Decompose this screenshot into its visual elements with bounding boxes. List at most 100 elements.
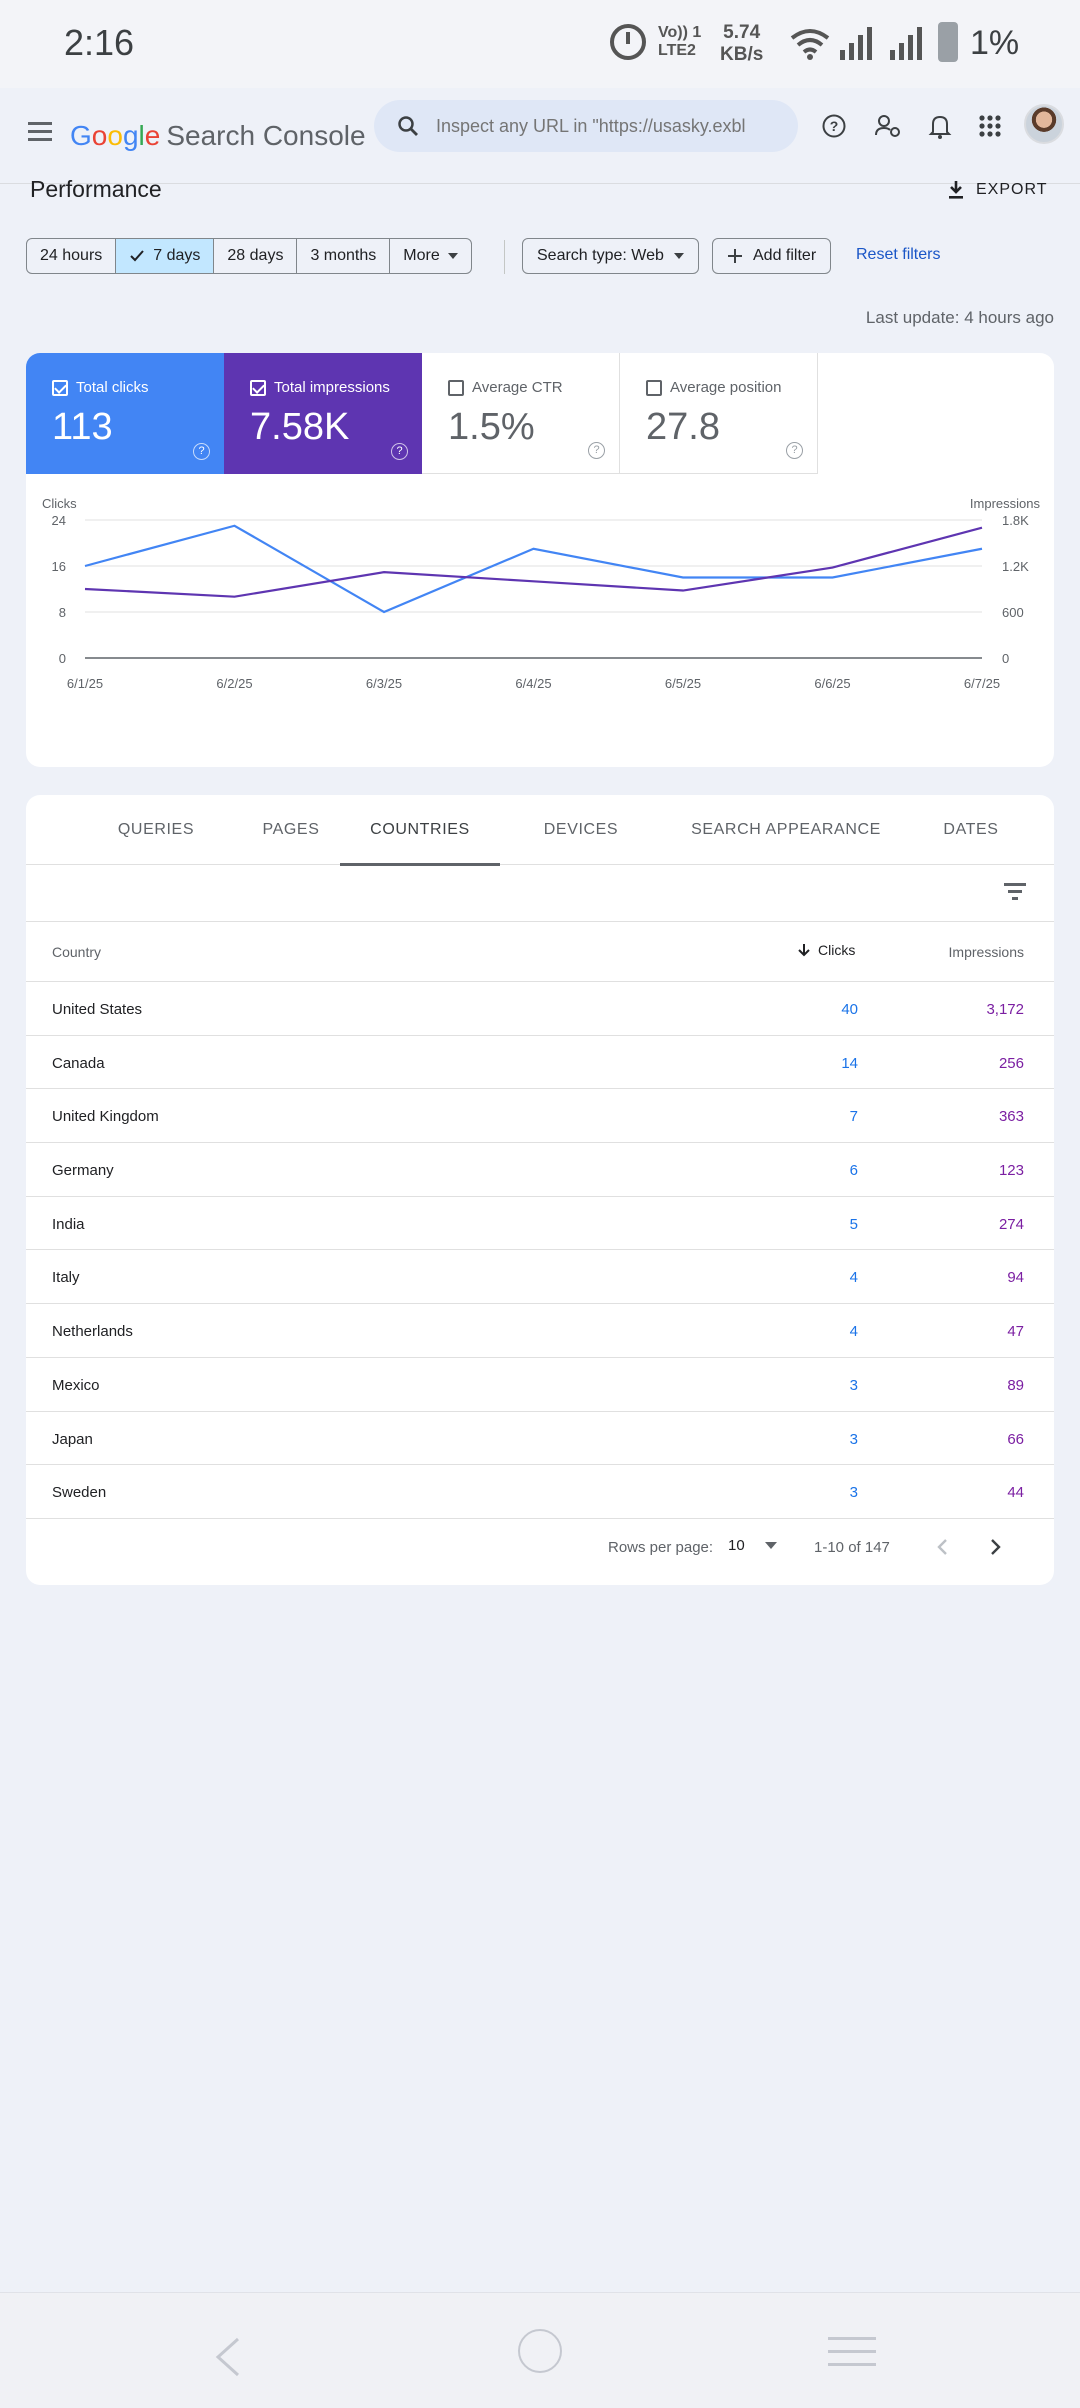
metric-total-clicks[interactable]: Total clicks 113 ?: [26, 353, 224, 474]
check-icon: [130, 250, 145, 262]
cell-country: Sweden: [52, 1484, 107, 1502]
recent-apps-icon[interactable]: [828, 2337, 876, 2376]
table-row[interactable]: Italy 4 94: [26, 1250, 1054, 1305]
tab-devices[interactable]: DEVICES: [516, 795, 646, 865]
search-type-dropdown[interactable]: Search type: Web: [522, 238, 699, 274]
range-28-days[interactable]: 28 days: [214, 239, 298, 273]
table-row[interactable]: Canada 14 256: [26, 1036, 1054, 1090]
last-update-text: Last update: 4 hours ago: [865, 308, 1054, 327]
cell-clicks: 4: [849, 1323, 858, 1341]
checkbox-icon[interactable]: [646, 379, 662, 396]
range-more-label: More: [403, 247, 440, 264]
cell-clicks: 14: [841, 1054, 858, 1072]
checkbox-checked-icon[interactable]: [52, 379, 68, 396]
table-row[interactable]: Netherlands 4 47: [26, 1304, 1054, 1358]
cell-clicks: 6: [849, 1162, 858, 1180]
table-row[interactable]: Sweden 3 44: [26, 1465, 1054, 1519]
help-icon[interactable]: ?: [391, 443, 408, 460]
range-more-dropdown[interactable]: More: [390, 239, 470, 273]
tab-search-appearance[interactable]: SEARCH APPEARANCE: [656, 795, 916, 865]
cell-country: Netherlands: [52, 1323, 133, 1341]
product-name: Search Console: [166, 120, 366, 151]
y-tick-left: 8: [59, 605, 66, 620]
x-tick-label: 6/3/25: [366, 676, 402, 691]
table-row[interactable]: Mexico 3 89: [26, 1358, 1054, 1412]
menu-icon[interactable]: [28, 122, 52, 142]
volte-indicator: Vo)) 1 LTE2: [658, 24, 701, 60]
search-type-label: Search type: Web: [537, 247, 664, 264]
column-header-impressions[interactable]: Impressions: [949, 944, 1024, 960]
export-button[interactable]: EXPORT: [946, 172, 1056, 208]
svg-text:?: ?: [830, 118, 839, 134]
date-range-selector: 24 hours 7 days 28 days 3 months More: [26, 238, 472, 274]
signal-icon: [890, 27, 922, 60]
cell-impressions: 66: [1007, 1430, 1024, 1448]
add-filter-button[interactable]: Add filter: [712, 238, 832, 274]
back-icon[interactable]: [212, 2337, 242, 2377]
y-tick-right: 1.2K: [1002, 559, 1029, 574]
bell-icon[interactable]: [920, 106, 960, 146]
alarm-icon: [610, 24, 646, 60]
cell-impressions: 94: [1007, 1269, 1024, 1287]
plus-icon: [728, 249, 742, 263]
apps-icon[interactable]: [970, 106, 1010, 146]
dimension-tabs: QUERIES PAGES COUNTRIES DEVICES SEARCH A…: [26, 795, 1054, 866]
series-line-impressions: [84, 526, 983, 598]
column-header-country[interactable]: Country: [52, 944, 101, 960]
metric-label: Total impressions: [274, 379, 390, 396]
table-row[interactable]: United States 40 3,172: [26, 982, 1054, 1036]
y-tick-right: 1.8K: [1002, 513, 1029, 528]
chevron-left-icon[interactable]: [932, 1535, 954, 1559]
network-speed: 5.74 KB/s: [720, 22, 763, 66]
manage-accounts-icon[interactable]: [868, 106, 908, 146]
range-24-hours[interactable]: 24 hours: [27, 239, 117, 273]
avatar[interactable]: [1024, 104, 1064, 144]
filter-icon[interactable]: [1004, 883, 1026, 904]
status-bar: 2:16 Vo)) 1 LTE2 5.74 KB/s 1%: [0, 0, 1080, 88]
battery-icon: [938, 22, 958, 62]
checkbox-checked-icon[interactable]: [250, 379, 266, 396]
home-icon[interactable]: [518, 2329, 562, 2373]
range-3-months[interactable]: 3 months: [297, 239, 391, 273]
tab-queries[interactable]: QUERIES: [86, 795, 226, 865]
tab-dates[interactable]: DATES: [906, 795, 1036, 865]
metric-label: Average position: [670, 379, 782, 396]
volte-line-2: LTE2: [658, 42, 696, 59]
y-axis-right-label: Impressions: [970, 496, 1041, 511]
metric-total-impressions[interactable]: Total impressions 7.58K ?: [224, 353, 422, 474]
table-row[interactable]: Germany 6 123: [26, 1143, 1054, 1197]
table-row[interactable]: United Kingdom 7 363: [26, 1089, 1054, 1144]
range-7-days[interactable]: 7 days: [116, 239, 215, 273]
chevron-right-icon[interactable]: [984, 1535, 1006, 1559]
reset-filters-link[interactable]: Reset filters: [856, 246, 940, 264]
cell-country: United Kingdom: [52, 1108, 159, 1126]
search-console-logo[interactable]: Google Search Console: [70, 110, 366, 162]
help-icon[interactable]: ?: [814, 106, 854, 146]
dropdown-icon: [447, 253, 458, 259]
metric-average-ctr[interactable]: Average CTR 1.5% ?: [422, 353, 620, 474]
column-header-clicks[interactable]: Clicks: [798, 942, 855, 958]
table-row[interactable]: India 5 274: [26, 1197, 1054, 1251]
search-icon: [398, 116, 418, 136]
rows-per-page-select[interactable]: 10: [728, 1537, 777, 1554]
y-axis-left-label: Clicks: [42, 496, 77, 511]
table-row[interactable]: Japan 3 66: [26, 1412, 1054, 1466]
x-tick-label: 6/4/25: [515, 676, 551, 691]
tab-countries[interactable]: COUNTRIES: [340, 795, 500, 866]
download-icon: [949, 181, 963, 199]
search-input[interactable]: [436, 110, 776, 142]
tab-pages[interactable]: PAGES: [236, 795, 346, 865]
help-icon[interactable]: ?: [786, 442, 803, 459]
arrow-down-icon: [798, 944, 810, 957]
cell-impressions: 89: [1007, 1376, 1024, 1394]
url-inspect-search[interactable]: [374, 100, 798, 152]
help-icon[interactable]: ?: [588, 442, 605, 459]
checkbox-icon[interactable]: [448, 379, 464, 396]
cell-country: Japan: [52, 1430, 93, 1448]
table-header: Country Clicks Impressions: [26, 922, 1054, 982]
help-icon[interactable]: ?: [193, 443, 210, 460]
table-body: United States 40 3,172 Canada 14 256 United …: [26, 982, 1054, 1519]
cell-clicks: 3: [849, 1430, 858, 1448]
signal-icon: [840, 27, 872, 60]
metric-average-position[interactable]: Average position 27.8 ?: [620, 353, 818, 474]
